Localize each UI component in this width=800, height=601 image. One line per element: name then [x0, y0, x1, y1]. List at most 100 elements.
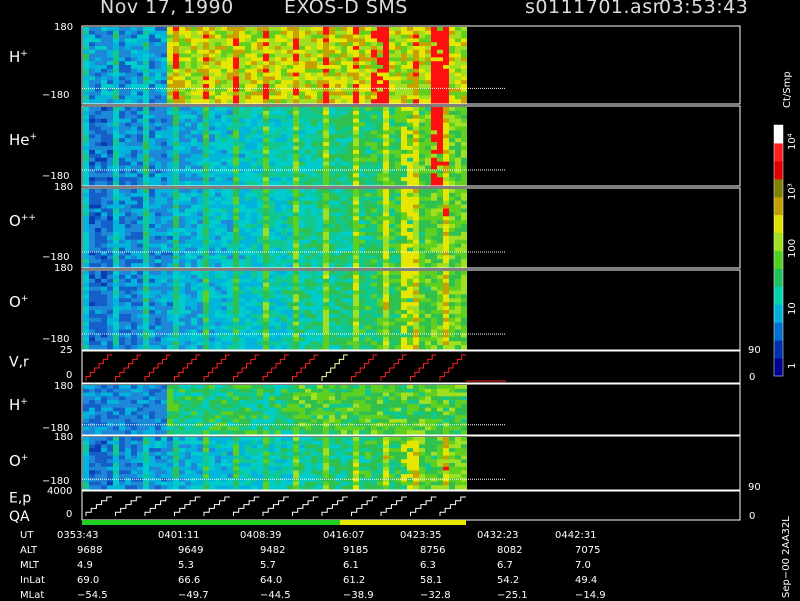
heatmap-cell [251, 255, 257, 259]
heatmap-cell [173, 154, 179, 158]
heatmap-cell [341, 61, 347, 65]
heatmap-cell [113, 27, 119, 31]
heatmap-cell [95, 123, 101, 127]
heatmap-cell [287, 95, 293, 99]
heatmap-cell [407, 92, 413, 96]
heatmap-cell [101, 146, 107, 150]
heatmap-cell [455, 146, 461, 150]
heatmap-cell [263, 177, 269, 181]
heatmap-cell [293, 294, 299, 298]
heatmap-cell [197, 150, 203, 154]
heatmap-cell [155, 189, 161, 193]
heatmap-cell [263, 50, 269, 54]
heatmap-cell [365, 232, 371, 236]
heatmap-cell [413, 220, 419, 224]
heatmap-cell [377, 306, 383, 310]
heatmap-cell [179, 337, 185, 341]
heatmap-cell [449, 69, 455, 73]
heatmap-cell [257, 115, 263, 119]
heatmap-cell [143, 146, 149, 150]
heatmap-cell [155, 337, 161, 341]
heatmap-cell [203, 107, 209, 111]
heatmap-cell [221, 69, 227, 73]
heatmap-cell [329, 189, 335, 193]
heatmap-cell [95, 345, 101, 349]
heatmap-cell [305, 341, 311, 345]
heatmap-cell [251, 197, 257, 201]
heatmap-cell [449, 46, 455, 50]
heatmap-cell [191, 92, 197, 96]
heatmap-cell [377, 201, 383, 205]
heatmap-cell [281, 99, 287, 103]
heatmap-cell [287, 279, 293, 283]
heatmap-cell [287, 27, 293, 31]
heatmap-cell [143, 189, 149, 193]
heatmap-cell [227, 193, 233, 197]
heatmap-cell [305, 306, 311, 310]
heatmap-cell [131, 57, 137, 61]
heatmap-cell [251, 54, 257, 58]
heatmap-cell [317, 130, 323, 134]
heatmap-cell [419, 220, 425, 224]
heatmap-cell [359, 54, 365, 58]
heatmap-cell [449, 240, 455, 244]
heatmap-cell [233, 162, 239, 166]
heatmap-cell [89, 326, 95, 330]
heatmap-cell [425, 127, 431, 131]
heatmap-cell [287, 271, 293, 275]
heatmap-cell [107, 35, 113, 39]
heatmap-cell [299, 162, 305, 166]
heatmap-cell [173, 50, 179, 54]
heatmap-cell [359, 42, 365, 46]
heatmap-cell [221, 205, 227, 209]
heatmap-cell [275, 99, 281, 103]
heatmap-cell [317, 158, 323, 162]
heatmap-cell [197, 283, 203, 287]
heatmap-cell [341, 330, 347, 334]
heatmap-cell [293, 158, 299, 162]
heatmap-cell [251, 150, 257, 154]
heatmap-cell [203, 46, 209, 50]
heatmap-cell [119, 134, 125, 138]
heatmap-cell [371, 142, 377, 146]
heatmap-cell [269, 209, 275, 213]
heatmap-cell [431, 57, 437, 61]
heatmap-cell [227, 318, 233, 322]
heatmap-cell [95, 189, 101, 193]
heatmap-cell [239, 46, 245, 50]
heatmap-cell [89, 127, 95, 131]
heatmap-cell [263, 57, 269, 61]
heatmap-cell [335, 57, 341, 61]
heatmap-cell [149, 95, 155, 99]
heatmap-cell [263, 150, 269, 154]
heatmap-cell [425, 158, 431, 162]
heatmap-cell [227, 173, 233, 177]
heatmap-cell [275, 181, 281, 185]
heatmap-cell [269, 322, 275, 326]
heatmap-cell [245, 337, 251, 341]
heatmap-cell [341, 154, 347, 158]
heatmap-cell [407, 212, 413, 216]
heatmap-cell [329, 212, 335, 216]
heatmap-cell [83, 42, 89, 46]
heatmap-cell [245, 318, 251, 322]
heatmap-cell [299, 220, 305, 224]
heatmap-cell [413, 65, 419, 69]
heatmap-cell [131, 177, 137, 181]
heatmap-cell [89, 38, 95, 42]
heatmap-cell [395, 322, 401, 326]
heatmap-cell [233, 146, 239, 150]
heatmap-cell [113, 306, 119, 310]
heatmap-cell [449, 127, 455, 131]
heatmap-cell [383, 35, 389, 39]
heatmap-cell [401, 173, 407, 177]
heatmap-cell [281, 326, 287, 330]
heatmap-cell [227, 294, 233, 298]
heatmap-cell [413, 80, 419, 84]
heatmap-cell [179, 314, 185, 318]
heatmap-cell [329, 236, 335, 240]
heatmap-cell [179, 138, 185, 142]
heatmap-cell [239, 76, 245, 80]
heatmap-cell [395, 111, 401, 115]
heatmap-cell [293, 220, 299, 224]
